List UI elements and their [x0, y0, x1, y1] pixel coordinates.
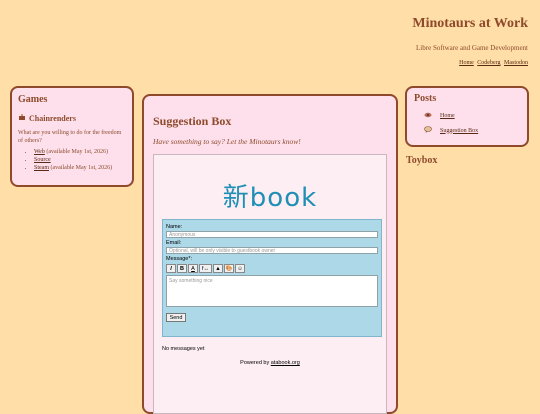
game-links: Web (available May 1st, 2026) Source Ste…: [18, 149, 126, 172]
send-button[interactable]: Send: [166, 313, 186, 322]
palette-icon[interactable]: 🎨: [224, 264, 234, 273]
posts-list: Home Suggestion Box: [414, 112, 520, 135]
name-field[interactable]: Anonymous: [166, 231, 378, 238]
eye-icon: [424, 112, 432, 120]
email-label: Email:: [166, 240, 182, 246]
guestbook-form: Name: Anonymous Email: Optional, will be…: [162, 219, 382, 337]
italic-button[interactable]: I: [166, 264, 176, 273]
web-note: (available May 1st, 2026): [44, 149, 109, 155]
games-panel: Games Chainrenders What are you willing …: [10, 86, 134, 187]
site-subtitle: Libre Software and Game Development: [416, 44, 528, 52]
speech-bubble-icon: [424, 126, 432, 135]
list-item: Steam (available May 1st, 2026): [34, 165, 126, 173]
page-title: Suggestion Box: [153, 114, 232, 128]
powered-by: Powered by atabook.org: [154, 360, 386, 366]
posts-heading: Posts: [414, 93, 437, 104]
list-item: Web (available May 1st, 2026): [34, 149, 126, 157]
project-title: Chainrenders: [18, 113, 126, 123]
nav-home-link[interactable]: Home: [459, 60, 474, 66]
nav-codeberg-link[interactable]: Codeberg: [477, 60, 500, 66]
empty-messages: No messages yet: [162, 346, 205, 352]
post-home-link[interactable]: Home: [440, 113, 455, 119]
posts-panel: Posts Home Suggestion Box: [405, 86, 529, 147]
atabook-link[interactable]: atabook.org: [271, 360, 300, 366]
message-textarea[interactable]: Say something nice: [166, 275, 378, 307]
steam-link[interactable]: Steam: [34, 165, 49, 171]
site-nav: Home Codeberg Mastodon: [412, 60, 528, 66]
bold-button[interactable]: B: [177, 264, 187, 273]
nav-mastodon-link[interactable]: Mastodon: [504, 60, 528, 66]
email-field[interactable]: Optional, will be only visible to guestb…: [166, 247, 378, 254]
games-heading: Games: [18, 94, 48, 105]
guestbook-logo: 新book: [222, 183, 318, 213]
steam-note: (available May 1st, 2026): [49, 164, 113, 171]
text-color-button[interactable]: A: [188, 264, 198, 273]
message-label: Message*:: [166, 256, 192, 262]
list-item: Home: [424, 112, 520, 120]
guestbook-frame: 新book Name: Anonymous Email: Optional, w…: [153, 154, 387, 414]
list-item: Suggestion Box: [424, 126, 520, 135]
format-toolbar: I B A f↔ ▲ 🎨 ☺: [166, 264, 378, 273]
project-name: Chainrenders: [29, 113, 76, 123]
site-header: Minotaurs at Work Libre Software and Gam…: [412, 16, 528, 66]
page-lead: Have something to say? Let the Minotaurs…: [153, 137, 301, 146]
site-title: Minotaurs at Work: [412, 16, 528, 31]
post-suggestion-link[interactable]: Suggestion Box: [440, 128, 478, 134]
powered-prefix: Powered by: [240, 360, 271, 366]
project-question: What are you willing to do for the freed…: [18, 130, 122, 144]
source-link[interactable]: Source: [34, 157, 51, 163]
emoji-button[interactable]: ☺: [235, 264, 245, 273]
image-button[interactable]: ▲: [213, 264, 223, 273]
toybox-heading: Toybox: [406, 155, 438, 166]
game-icon: [18, 113, 26, 123]
name-label: Name:: [166, 224, 183, 230]
main-panel: Suggestion Box Have something to say? Le…: [142, 94, 398, 414]
list-item: Source: [34, 157, 126, 165]
web-link[interactable]: Web: [34, 149, 45, 155]
font-size-button[interactable]: f↔: [199, 264, 212, 273]
